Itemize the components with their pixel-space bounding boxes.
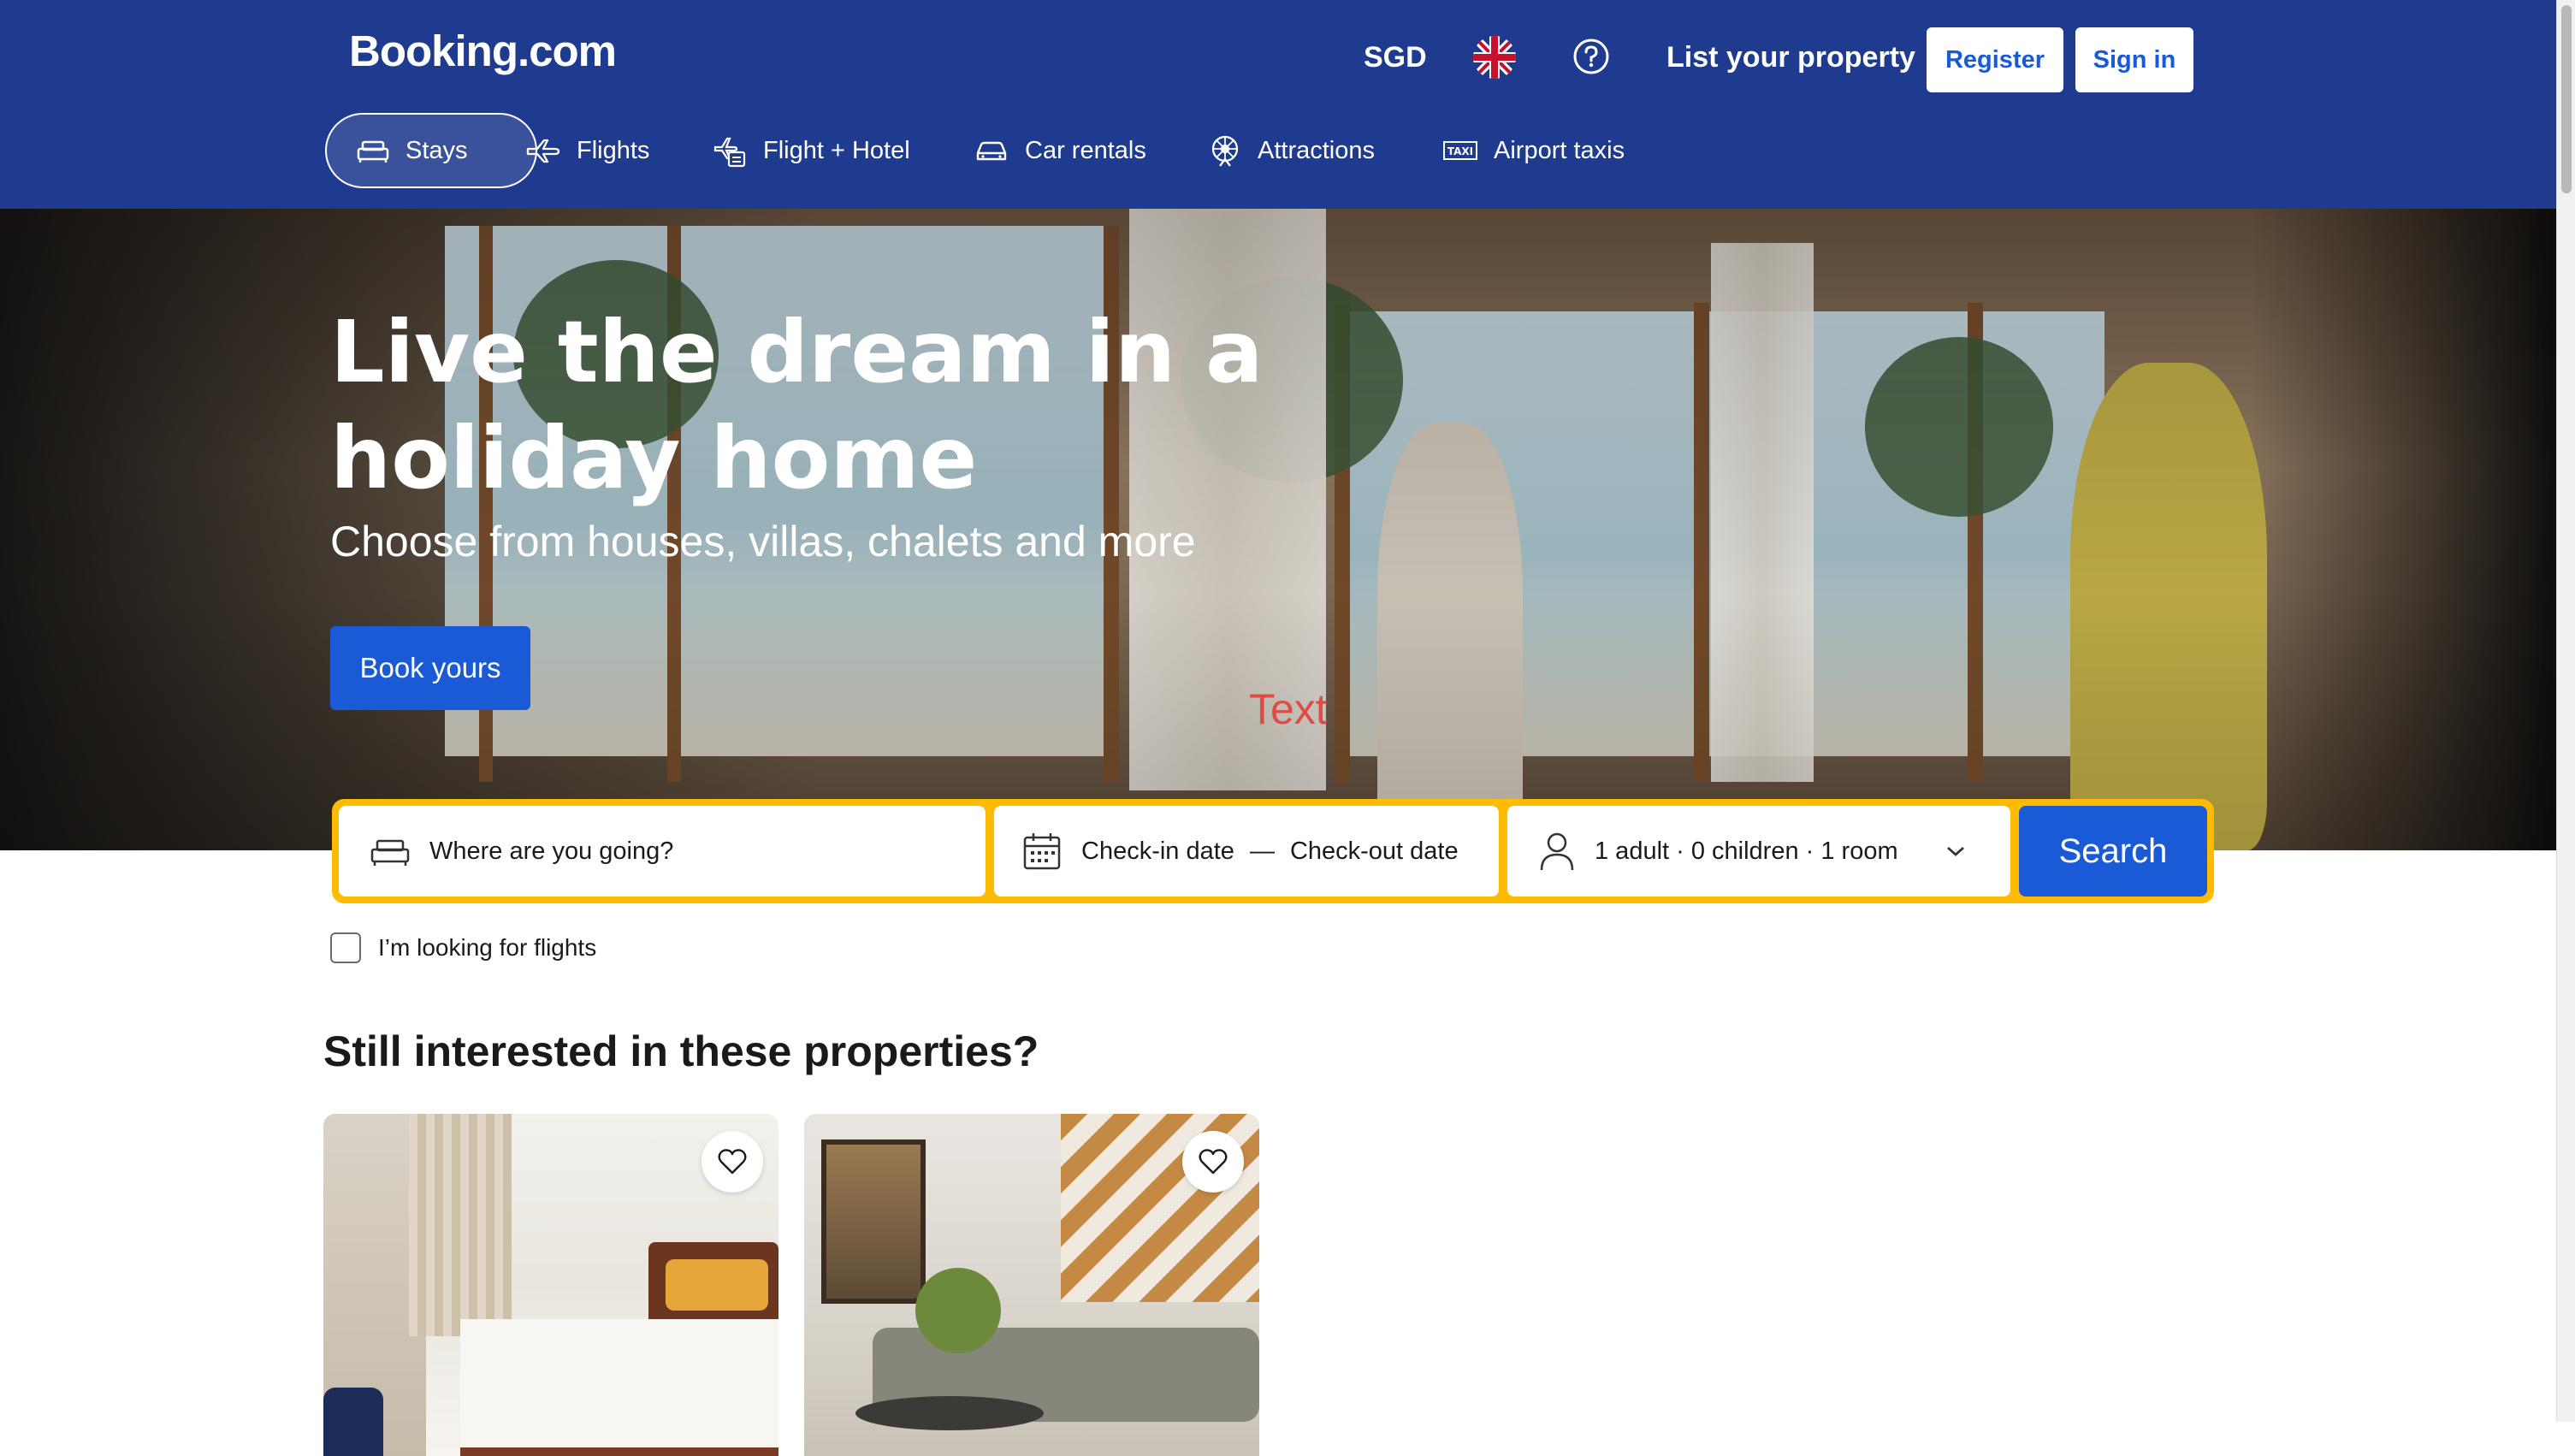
booking-logo[interactable]: Booking.com <box>349 26 617 76</box>
card-image-plant <box>915 1268 1001 1353</box>
book-yours-button[interactable]: Book yours <box>330 626 530 710</box>
bed-icon <box>357 140 389 163</box>
plane-icon <box>526 139 560 163</box>
hero-title-line-1: Live the dream in a <box>330 302 1264 402</box>
register-button[interactable]: Register <box>1927 27 2063 92</box>
hero-title-line-2: holiday home <box>330 408 978 508</box>
hero-title: Live the dream in a holiday home <box>330 299 1528 512</box>
tab-attractions-label: Attractions <box>1258 136 1375 164</box>
car-icon <box>976 141 1007 161</box>
tab-airport-taxis[interactable]: TAXI Airport taxis <box>1442 113 1625 188</box>
favorite-button[interactable] <box>701 1131 763 1193</box>
search-bar: Where are you going? Check-in date — Che… <box>332 799 2214 903</box>
tab-airport-taxis-label: Airport taxis <box>1494 136 1625 164</box>
card-image-table <box>855 1396 1044 1430</box>
guests-summary: 1 adult · 0 children · 1 room <box>1595 837 1898 865</box>
tab-attractions[interactable]: Attractions <box>1208 113 1375 188</box>
guests-field[interactable]: 1 adult · 0 children · 1 room <box>1507 806 2010 897</box>
page-scrollbar[interactable] <box>2556 0 2575 1422</box>
heart-icon <box>1199 1149 1228 1175</box>
chevron-down-icon <box>1947 846 1964 856</box>
favorite-button[interactable] <box>1182 1131 1244 1193</box>
destination-placeholder: Where are you going? <box>429 837 674 865</box>
destination-field[interactable]: Where are you going? <box>339 806 986 897</box>
flights-option[interactable]: I’m looking for flights <box>330 932 596 963</box>
hero-subtitle: Choose from houses, villas, chalets and … <box>330 518 1196 565</box>
uk-flag-icon[interactable] <box>1473 36 1516 79</box>
property-card[interactable] <box>323 1114 778 1456</box>
tab-flight-hotel[interactable]: Flight + Hotel <box>712 113 910 188</box>
tab-flights-label: Flights <box>577 136 650 164</box>
tab-car-rentals[interactable]: Car rentals <box>974 113 1146 188</box>
search-button[interactable]: Search <box>2019 806 2207 897</box>
scrollbar-thumb[interactable] <box>2561 5 2572 193</box>
tab-flights[interactable]: Flights <box>525 113 649 188</box>
flights-checkbox-label: I’m looking for flights <box>378 934 597 961</box>
bed-icon <box>370 839 410 866</box>
person-icon <box>1540 832 1574 871</box>
svg-text:TAXI: TAXI <box>1447 145 1473 157</box>
taxi-icon: TAXI <box>1443 141 1477 160</box>
tab-stays[interactable]: Stays <box>325 113 537 188</box>
date-separator: — <box>1249 837 1275 865</box>
tab-flight-hotel-label: Flight + Hotel <box>763 136 910 164</box>
checkin-date[interactable]: Check-in date <box>1081 837 1234 866</box>
card-image-curtain <box>409 1114 512 1336</box>
calendar-icon <box>1023 833 1061 870</box>
tab-car-rentals-label: Car rentals <box>1025 136 1146 164</box>
sign-in-button[interactable]: Sign in <box>2075 27 2193 92</box>
list-property-link[interactable]: List your property <box>1666 41 1915 74</box>
checkout-date[interactable]: Check-out date <box>1290 837 1459 866</box>
properties-section-title: Still interested in these properties? <box>323 1027 1039 1075</box>
card-image-pillows <box>666 1259 768 1311</box>
property-card[interactable] <box>804 1114 1259 1456</box>
overlay-text-label: Text <box>1249 685 1328 733</box>
date-range-field[interactable]: Check-in date — Check-out date <box>994 806 1499 897</box>
flight-hotel-icon <box>713 137 746 168</box>
card-image-bed <box>460 1319 778 1456</box>
top-header: Booking.com SGD List your property Regis… <box>0 0 2556 209</box>
heart-icon <box>718 1149 747 1175</box>
card-image-chair <box>323 1388 383 1456</box>
flights-checkbox[interactable] <box>330 932 361 963</box>
attractions-icon <box>1211 135 1239 167</box>
tab-stays-label: Stays <box>405 136 468 164</box>
currency-selector[interactable]: SGD <box>1364 41 1427 74</box>
help-icon[interactable] <box>1572 38 1610 75</box>
card-image-artwork <box>821 1139 926 1304</box>
